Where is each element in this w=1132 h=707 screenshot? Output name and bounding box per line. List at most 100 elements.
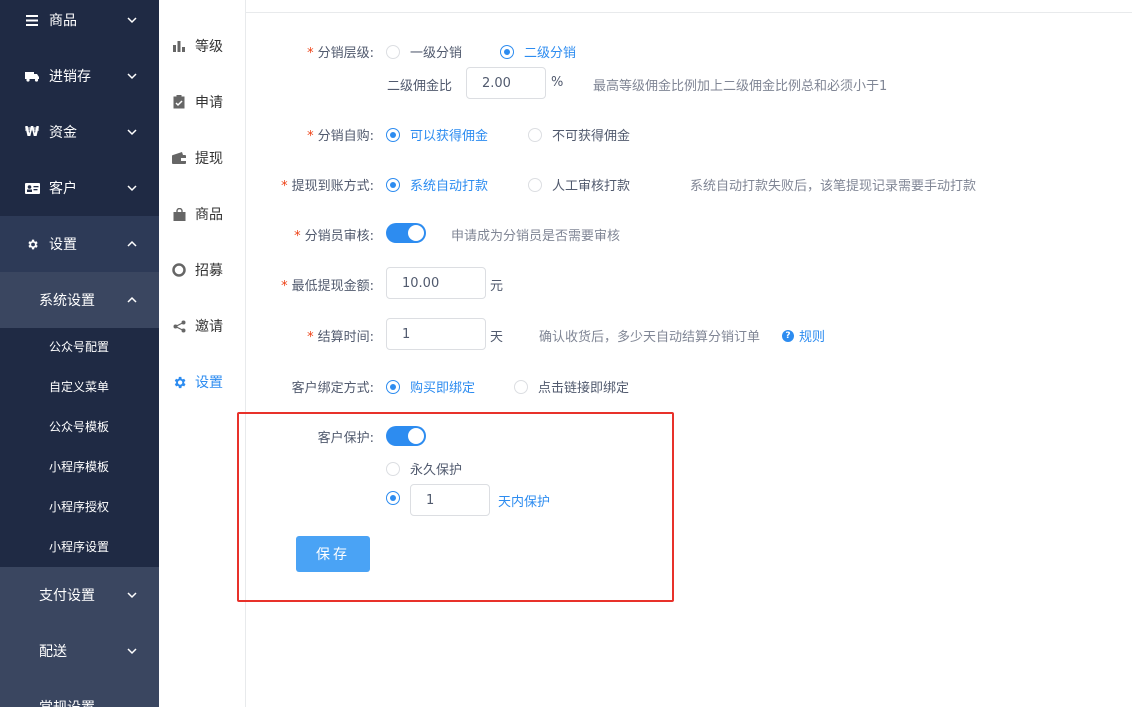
submenu-item-label: 商品 <box>195 207 223 223</box>
sidebar-item-label: 配送 <box>39 644 67 660</box>
sidebar-subitem-label: 公众号模板 <box>49 419 110 434</box>
id-card-icon <box>24 180 40 196</box>
chevron-down-icon <box>127 129 137 136</box>
audit-switch[interactable] <box>386 223 426 243</box>
submenu-item-label: 招募 <box>195 263 223 279</box>
distribution-submenu: 等级 申请 提现 商品 招募 邀请 设置 <box>159 0 246 707</box>
chevron-up-icon <box>127 240 137 247</box>
sidebar-subitem-miniapp-settings[interactable]: 小程序设置 <box>0 526 159 566</box>
chevron-down-icon <box>127 592 137 599</box>
clipboard-icon <box>171 94 187 110</box>
sidebar-item-inventory[interactable]: 进销存 <box>0 48 159 104</box>
submenu-item-level[interactable]: 等级 <box>159 32 245 60</box>
bag-icon <box>171 206 187 222</box>
field-label: * 分销员审核: <box>294 229 374 244</box>
submenu-item-apply[interactable]: 申请 <box>159 88 245 116</box>
sidebar-subitem-label: 小程序授权 <box>49 499 110 514</box>
field-label: * 分销自购: <box>307 129 374 144</box>
header-divider <box>246 12 1132 13</box>
sidebar-subitem-label: 自定义菜单 <box>49 379 110 394</box>
field-label: * 结算时间: <box>307 330 374 345</box>
sidebar-item-label: 常规设置 <box>39 697 95 707</box>
field-label: * 提现到账方式: <box>281 179 374 194</box>
submenu-item-withdraw[interactable]: 提现 <box>159 144 245 172</box>
radio-withdraw-manual[interactable]: 人工审核打款 <box>528 175 630 194</box>
rule-link-label: 规则 <box>799 330 826 345</box>
protect-days-input[interactable]: 1 <box>410 484 490 516</box>
menu-icon <box>24 12 40 28</box>
sidebar-item-system-settings[interactable]: 系统设置 <box>0 272 159 328</box>
submenu-item-recruit[interactable]: 招募 <box>159 256 245 284</box>
sidebar-item-label: 系统设置 <box>39 293 95 309</box>
settle-time-hint: 确认收货后，多少天自动结算分销订单 <box>539 330 761 345</box>
field-label: * 分销层级: <box>307 46 374 61</box>
commission-input[interactable]: 2.00 <box>466 67 546 99</box>
sidebar-subitem-miniapp-auth[interactable]: 小程序授权 <box>0 486 159 526</box>
gear-icon <box>24 236 40 252</box>
main-sidebar: 商品 进销存 ₩ 资金 客户 设置 系统设置 公众号配置 自定义菜单 公众号模板… <box>0 0 159 707</box>
sidebar-item-label: 客户 <box>49 181 77 197</box>
radio-self-purchase-no[interactable]: 不可获得佣金 <box>528 125 630 144</box>
lifebuoy-icon <box>171 262 187 278</box>
sidebar-item-label: 设置 <box>49 237 77 253</box>
sidebar-item-funds[interactable]: ₩ 资金 <box>0 104 159 160</box>
radio-withdraw-auto[interactable]: 系统自动打款 <box>386 175 488 194</box>
sidebar-subitem-label: 小程序设置 <box>49 539 110 554</box>
chevron-down-icon <box>127 73 137 80</box>
sidebar-subitem-label: 小程序模板 <box>49 459 110 474</box>
sidebar-subitem-label: 公众号配置 <box>49 339 110 354</box>
sidebar-subitem-miniapp-template[interactable]: 小程序模板 <box>0 446 159 486</box>
settle-time-unit: 天 <box>490 330 504 345</box>
submenu-item-label: 设置 <box>195 375 223 391</box>
sidebar-subitem-mp-config[interactable]: 公众号配置 <box>0 326 159 366</box>
chevron-down-icon <box>127 17 137 24</box>
switch-knob <box>408 428 424 444</box>
field-label: 客户保护: <box>317 431 374 446</box>
sidebar-item-general[interactable]: 常规设置 <box>0 679 159 707</box>
radio-protect-days[interactable] <box>386 491 410 505</box>
submenu-item-invite[interactable]: 邀请 <box>159 312 245 340</box>
chevron-down-icon <box>127 648 137 655</box>
sidebar-subitem-mp-template[interactable]: 公众号模板 <box>0 406 159 446</box>
truck-icon <box>24 68 40 84</box>
submenu-item-label: 提现 <box>195 151 223 167</box>
sidebar-item-label: 资金 <box>49 125 77 141</box>
chevron-up-icon <box>127 296 137 303</box>
field-label: * 最低提现金额: <box>281 279 374 294</box>
bar-chart-icon <box>171 38 187 54</box>
question-icon: ? <box>782 329 794 342</box>
protect-days-suffix: 天内保护 <box>498 495 551 510</box>
min-withdraw-unit: 元 <box>490 279 504 294</box>
min-withdraw-input[interactable]: 10.00 <box>386 267 486 299</box>
audit-hint: 申请成为分销员是否需要审核 <box>451 229 621 244</box>
save-button[interactable]: 保存 <box>296 536 370 572</box>
commission-label: 二级佣金比 <box>387 79 453 94</box>
submenu-item-goods[interactable]: 商品 <box>159 200 245 228</box>
chevron-down-icon <box>127 185 137 192</box>
sidebar-subitem-custom-menu[interactable]: 自定义菜单 <box>0 366 159 406</box>
sidebar-item-label: 商品 <box>49 13 77 29</box>
radio-level-one[interactable]: 一级分销 <box>386 42 462 61</box>
submenu-item-label: 邀请 <box>195 319 223 335</box>
sidebar-item-delivery[interactable]: 配送 <box>0 623 159 679</box>
wallet-icon <box>171 150 187 166</box>
radio-bind-purchase[interactable]: 购买即绑定 <box>386 377 475 396</box>
radio-level-two[interactable]: 二级分销 <box>500 42 576 61</box>
submenu-item-settings[interactable]: 设置 <box>159 368 245 396</box>
sidebar-item-settings[interactable]: 设置 <box>0 216 159 272</box>
radio-bind-click[interactable]: 点击链接即绑定 <box>514 377 629 396</box>
rule-help-link[interactable]: ? 规则 <box>782 326 825 345</box>
commission-hint: 最高等级佣金比例加上二级佣金比例总和必须小于1 <box>593 79 888 94</box>
share-icon <box>171 318 187 334</box>
sidebar-item-label: 支付设置 <box>39 588 95 604</box>
switch-knob <box>408 225 424 241</box>
submenu-item-label: 申请 <box>195 95 223 111</box>
sidebar-item-customers[interactable]: 客户 <box>0 160 159 216</box>
sidebar-item-label: 进销存 <box>49 69 91 85</box>
sidebar-item-payment[interactable]: 支付设置 <box>0 567 159 623</box>
sidebar-item-goods[interactable]: 商品 <box>0 0 159 48</box>
radio-protect-forever[interactable]: 永久保护 <box>386 459 462 478</box>
settle-time-input[interactable]: 1 <box>386 318 486 350</box>
protect-switch[interactable] <box>386 426 426 446</box>
radio-self-purchase-yes[interactable]: 可以获得佣金 <box>386 125 488 144</box>
